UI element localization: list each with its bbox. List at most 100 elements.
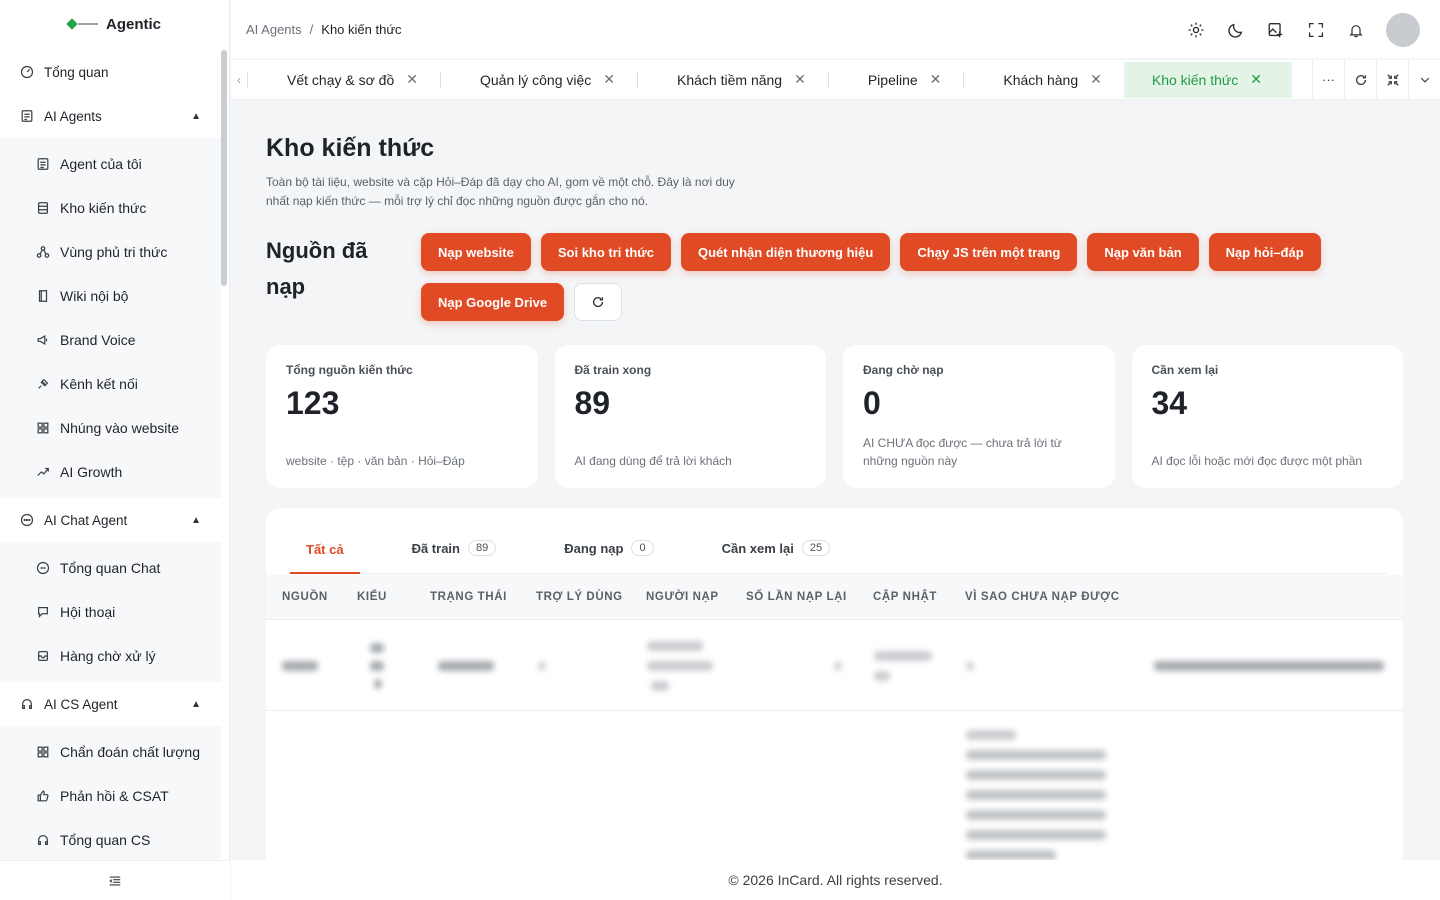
sidebar-item-knowledge-coverage[interactable]: Vùng phủ tri thức [0, 230, 221, 274]
stat-label: Đang chờ nạp [863, 363, 944, 377]
collapse-sidebar-button[interactable] [0, 860, 230, 900]
sidebar-item-feedback-csat[interactable]: Phản hồi & CSAT [0, 774, 221, 818]
sidebar-item-overview[interactable]: Tổng quan [0, 50, 221, 94]
breadcrumb-link[interactable]: AI Agents [246, 22, 302, 37]
sidebar-scrollbar[interactable] [221, 50, 227, 286]
section-title: Nguồn đã nạp [266, 238, 368, 299]
breadcrumb: AI Agents / Kho kiến thức [246, 22, 402, 37]
filter-tab-review[interactable]: Cần xem lại 25 [706, 526, 847, 570]
close-icon[interactable]: ✕ [603, 71, 615, 88]
import-google-drive-button[interactable]: Nạp Google Drive [421, 283, 565, 321]
tab-label: Vết chạy & sơ đồ [287, 71, 395, 88]
close-icon[interactable]: ✕ [1250, 71, 1262, 88]
close-icon[interactable]: ✕ [1090, 71, 1102, 88]
sidebar-item-chat-overview[interactable]: Tổng quan Chat [0, 546, 221, 590]
chat-icon [20, 513, 34, 527]
dashboard-icon [20, 65, 34, 79]
close-icon[interactable]: ✕ [406, 71, 418, 88]
refresh-button[interactable] [574, 283, 623, 321]
sidebar-item-ai-growth[interactable]: AI Growth [0, 450, 221, 494]
breadcrumb-current: Kho kiến thức [321, 21, 402, 37]
sidebar-item-label: Kho kiến thức [60, 200, 147, 216]
column-header-status[interactable]: TRẠNG THÁI [430, 591, 507, 603]
collapse-tab-button[interactable] [1376, 59, 1408, 100]
reload-tab-button[interactable] [1344, 59, 1376, 100]
sidebar-submenu-ai-chat-agent: Tổng quan Chat Hội thoại Hàng chờ xử lý [0, 542, 221, 682]
sidebar-nav: Tổng quan AI Agents ▲ Agent của tôi Kho … [0, 50, 221, 860]
filter-tab-loading[interactable]: Đang nạp 0 [548, 526, 669, 570]
run-js-button[interactable]: Chạy JS trên một trang [900, 233, 1078, 271]
sidebar-item-wiki[interactable]: Wiki nội bộ [0, 274, 221, 318]
blurred-cell [538, 661, 546, 671]
more-tabs-button[interactable]: ··· [1312, 59, 1344, 100]
sidebar-submenu-ai-cs-agent: Chẩn đoán chất lượng Phản hồi & CSAT Tổn… [0, 726, 221, 860]
main-content: Kho kiến thức Toàn bộ tài liệu, website … [231, 100, 1440, 860]
blurred-cell [966, 770, 1106, 780]
page-title: Kho kiến thức [266, 134, 435, 162]
avatar[interactable] [1386, 13, 1420, 47]
tab-knowledge-base[interactable]: Kho kiến thức ✕ [1123, 61, 1293, 98]
tab-task-management[interactable]: Quản lý công việc ✕ [439, 62, 637, 98]
stat-value: 0 [863, 385, 881, 421]
import-website-button[interactable]: Nạp website [421, 233, 531, 271]
sidebar-item-channels[interactable]: Kênh kết nối [0, 362, 221, 406]
sidebar-item-label: Hội thoại [60, 604, 116, 620]
stat-label: Đã train xong [574, 363, 652, 377]
tab-pipeline[interactable]: Pipeline ✕ [827, 62, 964, 98]
table-row[interactable] [266, 712, 1403, 860]
import-text-button[interactable]: Nạp văn bản [1087, 233, 1199, 271]
scan-brand-identity-button[interactable]: Quét nhận diện thương hiệu [680, 233, 891, 271]
sidebar-item-queue[interactable]: Hàng chờ xử lý [0, 634, 221, 678]
blurred-cell [647, 661, 713, 671]
blurred-cell [966, 661, 974, 671]
column-header-type[interactable]: KIỂU [357, 591, 387, 603]
table-row[interactable] [266, 621, 1403, 711]
fullscreen-button[interactable] [1306, 20, 1326, 40]
add-image-button[interactable] [1266, 20, 1286, 40]
fullscreen-icon [1308, 22, 1324, 38]
close-icon[interactable]: ✕ [794, 71, 806, 88]
filter-tab-count: 89 [467, 540, 497, 556]
sidebar-item-knowledge-base[interactable]: Kho kiến thức [0, 186, 221, 230]
tabs-dropdown-button[interactable] [1408, 59, 1440, 100]
sidebar-item-quality-diagnosis[interactable]: Chẩn đoán chất lượng [0, 730, 221, 774]
column-header-source[interactable]: NGUỒN [282, 591, 328, 603]
sidebar-item-conversations[interactable]: Hội thoại [0, 590, 221, 634]
tab-customers[interactable]: Khách hàng ✕ [963, 62, 1123, 98]
filter-tab-label: Đã train [411, 540, 460, 556]
sidebar-group-ai-cs-agent[interactable]: AI CS Agent ▲ [0, 682, 221, 726]
sidebar-group-ai-agents[interactable]: AI Agents ▲ [0, 94, 221, 138]
sidebar-item-embed[interactable]: Nhúng vào website [0, 406, 221, 450]
theme-toggle-button[interactable] [1226, 20, 1246, 40]
stat-note: website · tệp · văn bản · Hỏi–Đáp [286, 454, 465, 468]
column-header-updated[interactable]: CẬP NHẬT [873, 591, 937, 603]
filter-tab-trained[interactable]: Đã train 89 [396, 526, 513, 570]
column-header-failure-reason[interactable]: VÌ SAO CHƯA NẠP ĐƯỢC [965, 591, 1120, 603]
tab-scroll-left-icon[interactable]: ‹ [231, 73, 247, 87]
sidebar-item-cs-overview[interactable]: Tổng quan CS [0, 818, 221, 860]
filter-tab-count: 0 [631, 540, 654, 556]
filter-tab-all[interactable]: Tất cả [290, 526, 360, 574]
stat-note: AI CHƯA đọc được — chưa trả lời từ những… [863, 436, 1062, 468]
inspect-knowledge-button[interactable]: Soi kho tri thức [540, 233, 671, 271]
tab-trace[interactable]: Vết chạy & sơ đồ ✕ [247, 62, 440, 98]
blurred-cell [438, 661, 494, 671]
notifications-button[interactable] [1346, 20, 1366, 40]
blurred-cell [374, 679, 382, 689]
chevron-up-icon: ▲ [191, 698, 201, 710]
brand[interactable]: Agentic [0, 0, 229, 48]
blurred-cell [966, 830, 1106, 840]
header-actions [1186, 13, 1420, 47]
import-qa-button[interactable]: Nạp hỏi–đáp [1208, 233, 1321, 271]
column-header-assistant[interactable]: TRỢ LÝ DÙNG [536, 591, 623, 603]
sidebar-item-label: Phản hồi & CSAT [60, 788, 169, 804]
stat-value: 123 [286, 385, 340, 421]
tab-leads[interactable]: Khách tiềm năng ✕ [637, 62, 828, 98]
close-icon[interactable]: ✕ [930, 71, 942, 88]
sidebar-group-ai-chat-agent[interactable]: AI Chat Agent ▲ [0, 498, 221, 542]
column-header-uploader[interactable]: NGƯỜI NẠP [646, 591, 719, 603]
sidebar-item-my-agent[interactable]: Agent của tôi [0, 142, 221, 186]
sidebar-item-brand-voice[interactable]: Brand Voice [0, 318, 221, 362]
settings-button[interactable] [1186, 20, 1206, 40]
column-header-reload-count[interactable]: SỐ LẦN NẠP LẠI [746, 591, 847, 603]
